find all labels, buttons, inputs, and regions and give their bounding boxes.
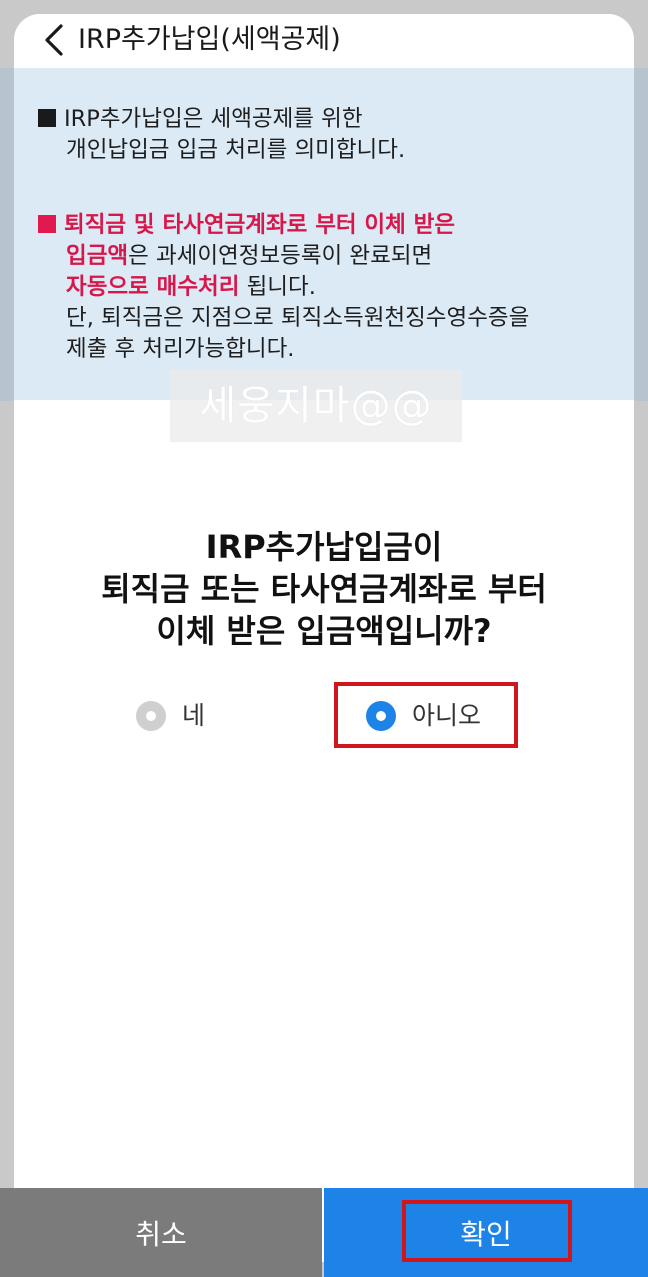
background-shade-right bbox=[634, 68, 648, 401]
notice-p2-text2: 은 과세이연정보등록이 완료되면 bbox=[128, 243, 433, 269]
chevron-left-icon bbox=[43, 23, 65, 61]
notice-p2-red2: 입금액 bbox=[66, 243, 129, 269]
notice-p2-text3: 됩니다. bbox=[239, 274, 316, 300]
notice-p2-red1: 퇴직금 및 타사연금계좌로 부터 이체 받은 bbox=[64, 212, 456, 238]
dialog-card: IRP추가납입(세액공제) IRP추가납입은 세액공제를 위한 개인납입금 입금… bbox=[14, 14, 634, 1262]
question-line-2: 퇴직금 또는 타사연금계좌로 부터 bbox=[101, 570, 547, 608]
answer-options: 네 아니오 bbox=[14, 699, 634, 749]
notice-box: IRP추가납입은 세액공제를 위한 개인납입금 입금 처리를 의미합니다. 퇴직… bbox=[14, 68, 634, 400]
question-line-1: IRP추가납입금이 bbox=[205, 528, 443, 566]
notice-p2-line3: 자동으로 매수처리 됩니다. bbox=[38, 272, 529, 303]
question-text: IRP추가납입금이 퇴직금 또는 타사연금계좌로 부터 이체 받은 입금액입니까… bbox=[14, 526, 634, 652]
radio-yes-label: 네 bbox=[182, 701, 206, 730]
highlight-box-confirm bbox=[402, 1200, 572, 1262]
notice-p1-line2: 개인납입금 입금 처리를 의미합니다. bbox=[66, 137, 406, 163]
notice-p2-red3: 자동으로 매수처리 bbox=[66, 274, 240, 300]
radio-option-yes[interactable]: 네 bbox=[136, 699, 205, 733]
background-shade-left bbox=[0, 68, 14, 401]
radio-unselected-icon bbox=[136, 701, 166, 731]
square-bullet-icon bbox=[38, 109, 56, 127]
question-line-3: 이체 받은 입금액입니까? bbox=[156, 612, 492, 650]
notice-p2-line5: 제출 후 처리가능합니다. bbox=[66, 336, 295, 362]
watermark: 세웅지마@@ bbox=[170, 370, 462, 442]
header: IRP추가납입(세액공제) bbox=[14, 14, 634, 68]
notice-p1-line1: IRP추가납입은 세액공제를 위한 bbox=[64, 106, 363, 132]
red-square-bullet-icon bbox=[38, 215, 56, 233]
notice-p2-line2: 입금액은 과세이연정보등록이 완료되면 bbox=[38, 241, 529, 272]
notice-paragraph-1: IRP추가납입은 세액공제를 위한 개인납입금 입금 처리를 의미합니다. bbox=[38, 104, 405, 166]
notice-p2-line4: 단, 퇴직금은 지점으로 퇴직소득원천징수영수증을 bbox=[66, 305, 530, 331]
page-title: IRP추가납입(세액공제) bbox=[78, 24, 341, 55]
back-button[interactable] bbox=[36, 22, 72, 62]
notice-paragraph-2: 퇴직금 및 타사연금계좌로 부터 이체 받은 입금액은 과세이연정보등록이 완료… bbox=[38, 210, 529, 365]
cancel-button[interactable]: 취소 bbox=[0, 1188, 322, 1277]
highlight-box-no-option bbox=[334, 682, 518, 748]
